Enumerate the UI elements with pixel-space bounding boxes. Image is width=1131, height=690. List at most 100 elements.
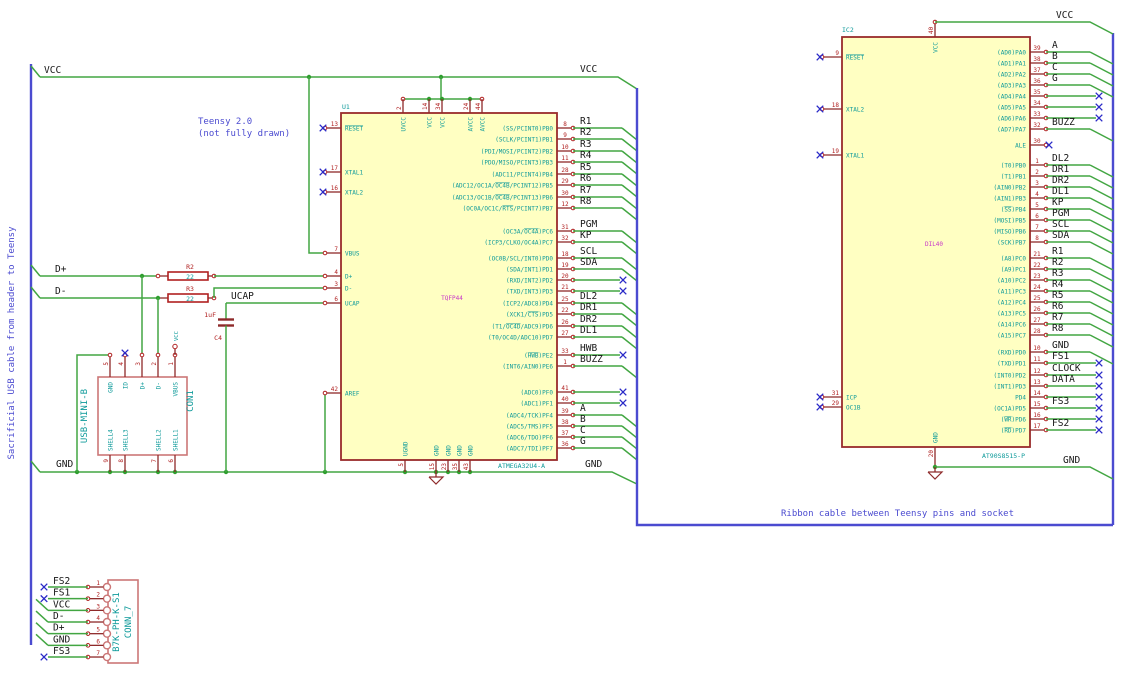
pin-name: VCC [427,117,434,128]
note-sacrificial-cable: Sacrificial USB cable from header to Tee… [7,226,17,460]
net-label: FS1 [53,588,70,599]
connector-pin-circle [102,629,112,638]
bus-entry [621,127,638,141]
pin-number: 4 [96,615,100,622]
net-label: G [1052,73,1058,84]
pin-name: (ADC1)PF1 [520,401,553,408]
net-label: BUZZ [1052,117,1075,128]
net-label: D+ [55,264,67,275]
bus-entry [1089,197,1114,211]
pin-name: (PDO/MISO/PCINT3)PB3 [481,160,554,167]
net-label: FS1 [1052,351,1069,362]
pin-number: 8 [118,459,125,463]
pin-number: 25 [561,296,569,303]
pin-number: 5 [96,627,100,634]
bus-entry [621,325,638,339]
pin-name: (ADC4/TCK)PF4 [506,413,553,420]
net-label: R5 [580,162,591,173]
pin-name: (AD0)PA0 [997,50,1026,57]
resistor-ref: R3 [186,285,194,293]
pin-number: 30 [561,190,569,197]
pin-name: GND [434,445,441,456]
pin-number: 20 [561,273,569,280]
pin-number: 40 [928,26,935,34]
pin-name: (T0)PB0 [1001,163,1027,170]
pin-end [322,300,328,306]
pin-name: VCC [440,117,447,128]
pin-number: 11 [561,155,569,162]
pin-number: 7 [96,650,100,657]
resistor-ref: R2 [186,263,194,271]
net-label: R7 [580,185,591,196]
pin-name: UVCC [401,117,408,132]
pin-number: 31 [561,224,569,231]
gnd-symbol [428,476,445,485]
pin-number: 31 [832,390,840,397]
pin-number: 12 [1033,368,1041,375]
pin-name: (TXD)PD1 [997,361,1026,368]
pin-number: 41 [561,385,569,392]
pin-name: (ADC11/PCINT4)PB4 [492,172,554,179]
net-label: R1 [1052,246,1064,257]
pin-name: VBUS [345,251,360,258]
net-label: GND [585,459,602,470]
pin-name: (AIN0)PB2 [993,185,1026,192]
net-label: VCC [580,64,597,75]
pin-end [155,352,161,358]
net-label: R1 [580,116,592,127]
pin-number: 1 [96,580,100,587]
bus-entry [35,622,49,635]
pin-number: 15 [1033,401,1041,408]
pin-name: GND [446,445,453,456]
pin-number: 39 [1033,45,1041,52]
connector-pin-circle [102,606,112,615]
pin-name: (SCK)PB7 [997,240,1026,247]
pin-number: 36 [561,441,569,448]
pin-name: GND [457,445,464,456]
net-label: HWB [580,343,597,354]
pin-name: (AD3)PA3 [997,83,1026,90]
pin-number: 3 [96,603,100,610]
pin-number: 7 [1035,224,1039,231]
pin-name: (INT0)PD2 [993,373,1026,380]
bus-entry [1089,257,1114,271]
net-label: C [580,425,586,436]
bus-entry [621,241,638,255]
power-label: VCC [174,331,180,341]
bus-entry [621,313,638,327]
net-label: VCC [53,599,70,610]
pin-name: (AD5)PA5 [997,105,1026,112]
pin-number: 32 [1033,122,1041,129]
pin-name: D+ [345,274,353,281]
pin-name: (ICP2/ADC8)PD4 [502,301,553,308]
pin-name: (OC0B/SCL/INT0)PD0 [488,256,553,263]
pin-number: 29 [832,400,840,407]
pin-end [322,250,328,256]
pin-name: VBUS [173,382,180,397]
bus-entry [1089,279,1114,293]
bus-entry [1089,208,1114,222]
net-label: B [580,414,586,425]
pin-number: 39 [561,408,569,415]
net-label: D- [53,611,64,622]
bus-entry [621,436,638,450]
pin-number: 9 [103,459,110,463]
pin-number: 13 [331,121,339,128]
pin-number: 2 [396,106,403,110]
pin-number: 34 [1033,100,1041,107]
pin-number: 37 [1033,67,1041,74]
bus-entry [1089,334,1114,348]
pin-number: 8 [1035,235,1039,242]
resistor-value: 22 [186,295,194,303]
pin-number: 3 [1035,180,1039,187]
pin-name: SHELL3 [123,429,130,451]
bus-entry [1089,62,1114,76]
bus-entry [621,196,638,210]
pin-name: (TXD/INT3)PD3 [506,289,553,296]
pin-number: 18 [561,251,569,258]
pin-name: SHELL2 [156,429,163,451]
pin-number: 3 [334,281,338,288]
pin-name: (ADC7/TDI)PF7 [506,446,553,453]
pin-name: UGND [403,441,410,456]
pin-number: 33 [1033,111,1041,118]
